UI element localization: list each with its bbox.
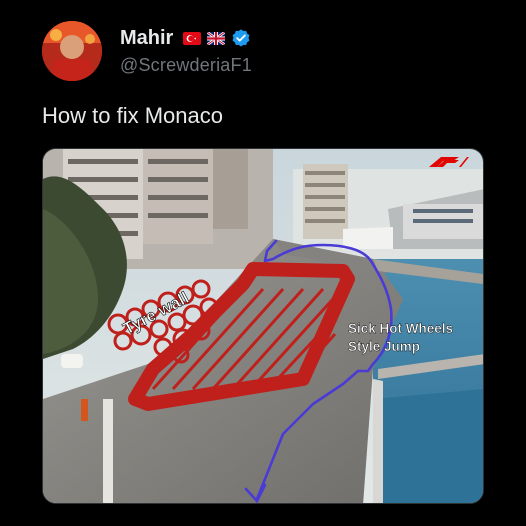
jump-label-line2: Style Jump [348,339,420,354]
avatar[interactable] [42,21,102,81]
car [61,354,83,368]
author-handle[interactable]: @ScrewderiaF1 [120,55,252,76]
verified-badge-icon [231,28,251,48]
jump-label-line1: Sick Hot Wheels [348,321,453,336]
tweet-media-image[interactable]: Tyre wall Sick Hot Wheels Style Jump [42,148,484,504]
display-name[interactable]: Mahir [120,27,173,50]
author-name-row: Mahir [120,26,251,50]
turkey-flag-icon [183,31,202,45]
avatar-image [42,21,102,81]
tweet-text: How to fix Monaco [42,103,223,128]
building [303,164,348,239]
monaco-photo: Tyre wall Sick Hot Wheels Style Jump [43,149,483,503]
marshal [81,399,88,421]
uk-flag-icon [207,31,226,45]
